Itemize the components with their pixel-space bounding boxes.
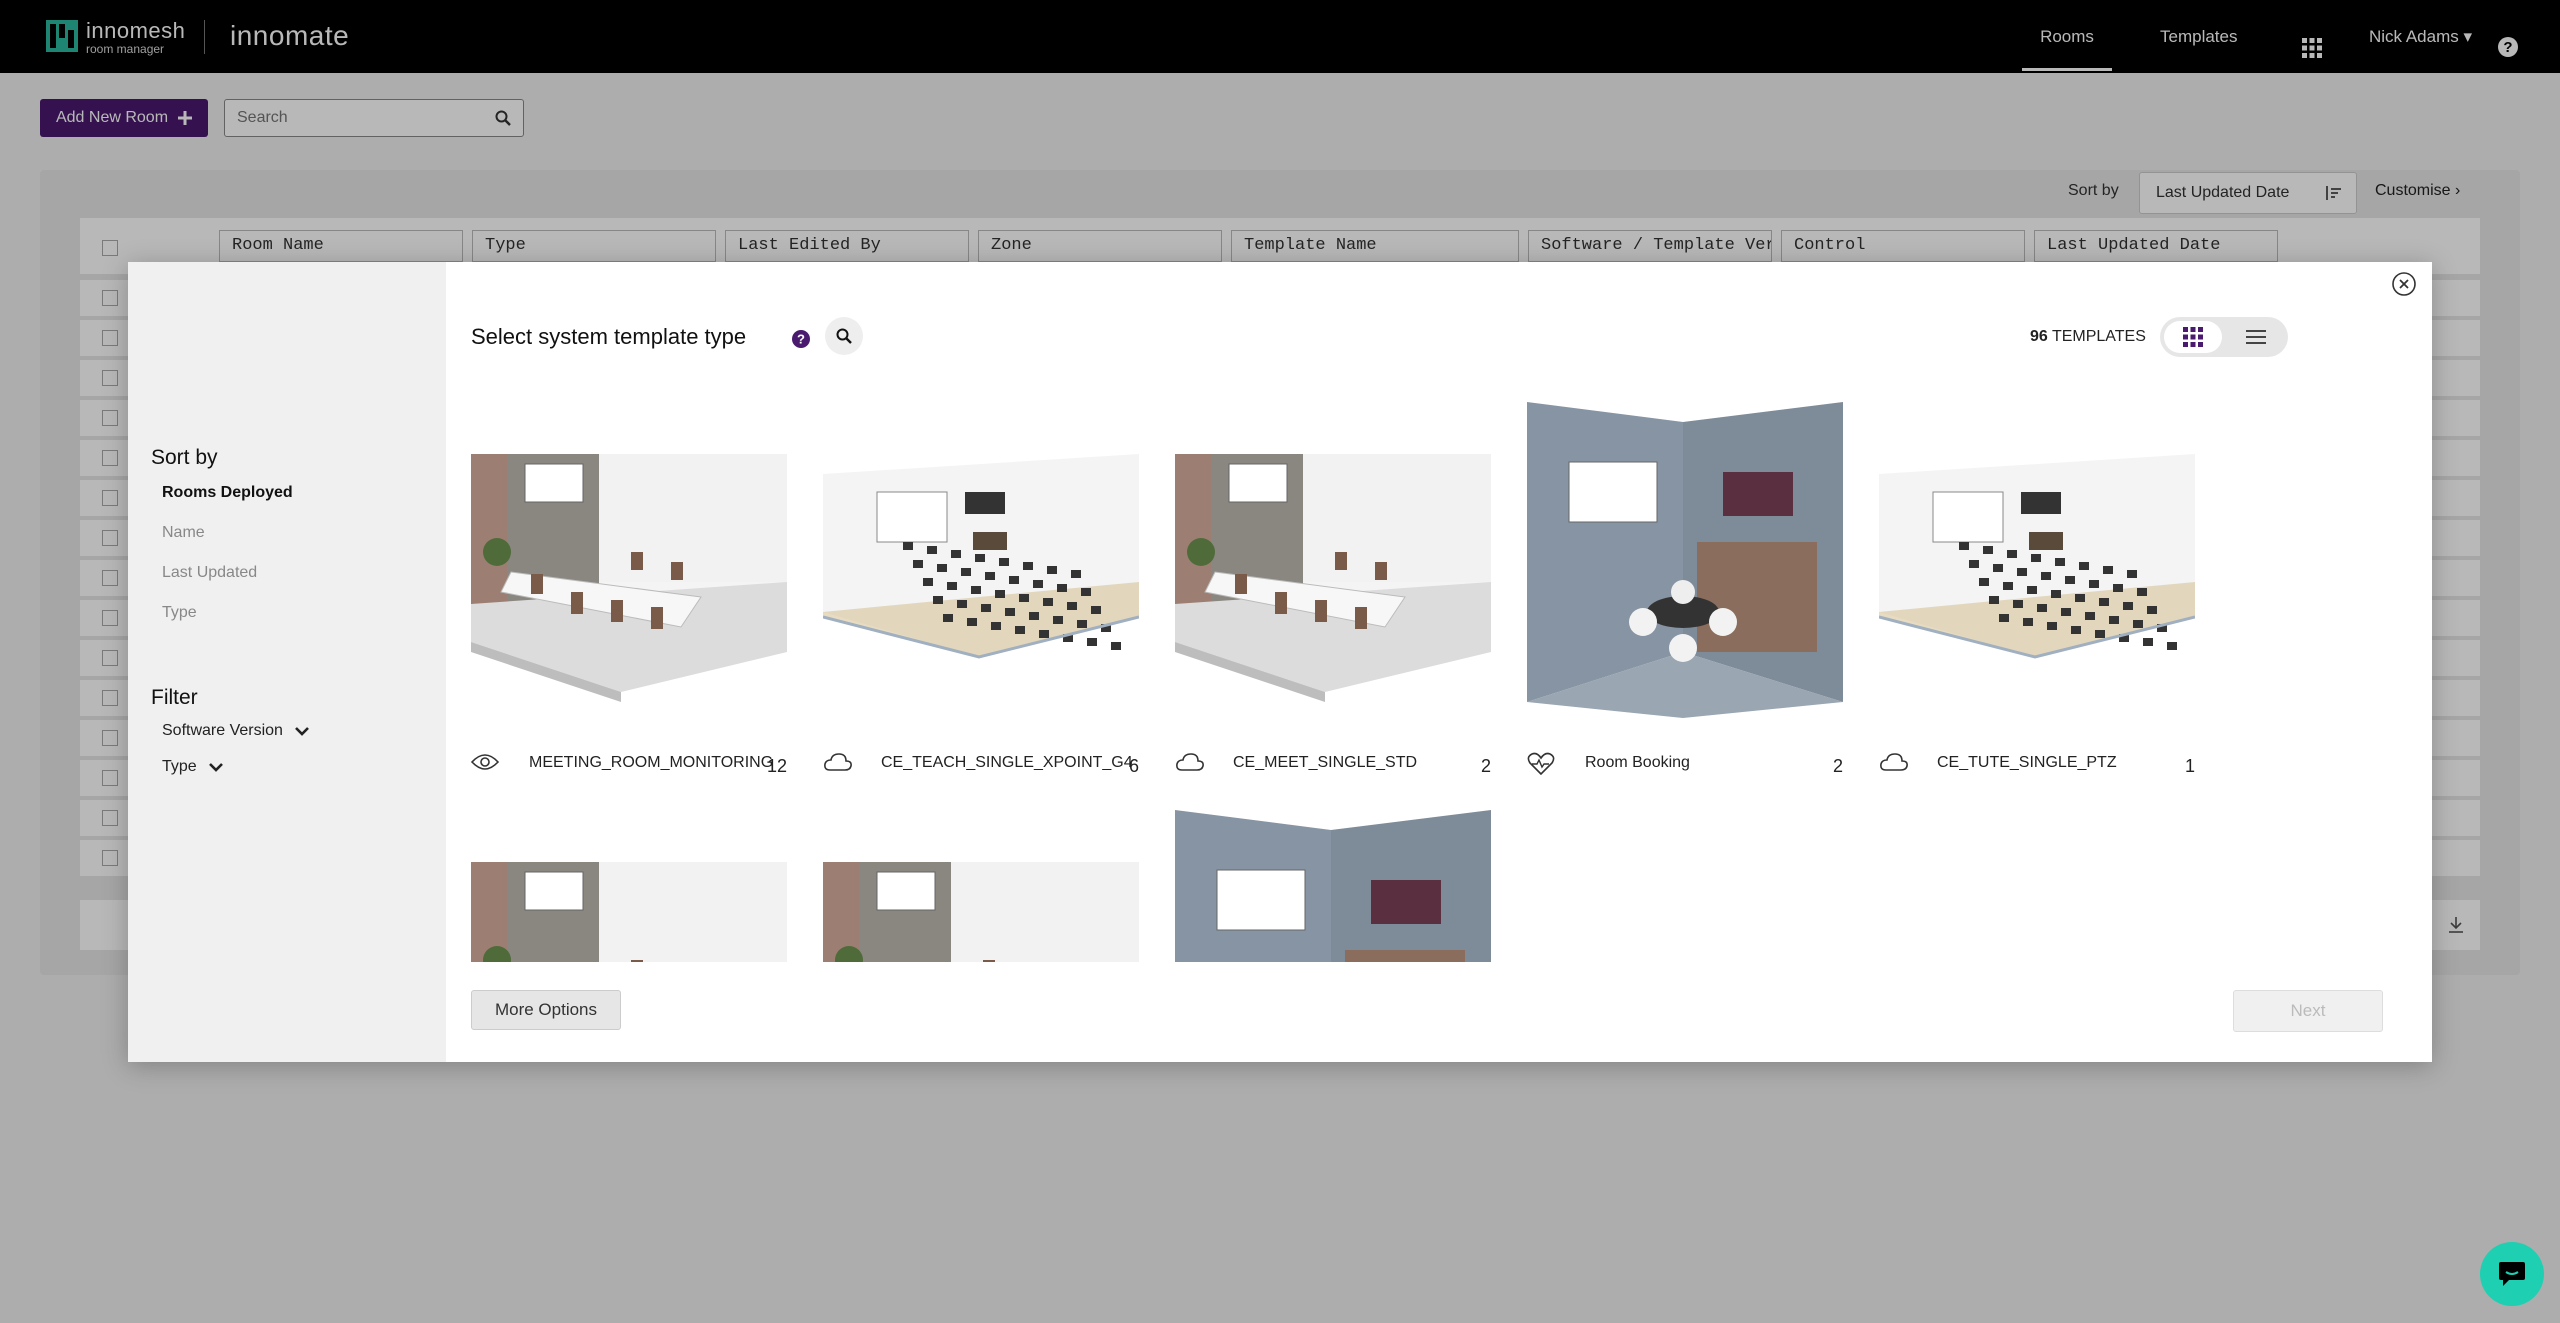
template-thumbnail[interactable] — [1527, 402, 1843, 718]
sort-option-type[interactable]: Type — [162, 604, 197, 622]
list-view-button[interactable] — [2228, 321, 2284, 353]
template-thumbnail[interactable] — [1175, 810, 1491, 962]
template-rooms-count: 2 — [1832, 756, 1843, 776]
template-meta: CE_MEET_SINGLE_STD 2 — [1175, 752, 1491, 776]
filter-software-version-label: Software Version — [162, 722, 283, 739]
template-rooms-count: 12 — [766, 756, 787, 776]
template-meta: MEETING_ROOM_MONITORING 12 — [471, 752, 787, 776]
template-rooms-count: 6 — [1128, 756, 1139, 776]
template-name: Room Booking — [1585, 754, 1690, 771]
filter-type-label: Type — [162, 758, 197, 775]
template-meta: Room Booking 2 — [1527, 752, 1843, 776]
filter-heading: Filter — [151, 686, 198, 709]
modal-title: Select system template type — [471, 324, 747, 349]
svg-text:?: ? — [797, 332, 805, 347]
heart-pulse-icon — [1527, 752, 1555, 781]
template-meta: CE_TUTE_SINGLE_PTZ 1 — [1879, 752, 2195, 776]
template-search-button[interactable] — [825, 317, 863, 355]
view-toggle — [2160, 317, 2288, 357]
cloud-icon — [1175, 752, 1205, 777]
template-count: 96 TEMPLATES — [2030, 328, 2146, 346]
template-name: CE_TEACH_SINGLE_XPOINT_G4 — [881, 754, 1133, 771]
more-options-button[interactable]: More Options — [471, 990, 621, 1030]
template-name: MEETING_ROOM_MONITORING — [529, 754, 774, 771]
sort-option-last-updated[interactable]: Last Updated — [162, 564, 257, 582]
search-icon — [836, 328, 852, 344]
list-view-icon — [2246, 330, 2266, 344]
template-grid: MEETING_ROOM_MONITORING 12 CE_TEACH_SINGLE… — [471, 402, 2381, 962]
sort-option-rooms-deployed[interactable]: Rooms Deployed — [162, 484, 293, 502]
chat-icon — [2499, 1262, 2525, 1286]
template-thumbnail[interactable] — [1878, 402, 2196, 718]
sort-option-name[interactable]: Name — [162, 524, 205, 542]
modal-backdrop[interactable]: Sort by Rooms Deployed Name Last Updated… — [0, 0, 2560, 1323]
eye-icon — [471, 752, 500, 777]
template-count-label: TEMPLATES — [2051, 328, 2146, 345]
close-icon[interactable] — [2391, 271, 2417, 297]
cloud-icon — [823, 752, 853, 777]
cloud-icon — [1879, 752, 1909, 777]
template-rooms-count: 2 — [1480, 756, 1491, 776]
grid-view-icon — [2183, 327, 2203, 347]
template-name: CE_TUTE_SINGLE_PTZ — [1937, 754, 2117, 771]
template-select-modal: Sort by Rooms Deployed Name Last Updated… — [128, 262, 2432, 1062]
template-meta: CE_TEACH_SINGLE_XPOINT_G4 6 — [823, 752, 1139, 776]
chat-support-button[interactable] — [2480, 1242, 2544, 1306]
template-thumbnail[interactable] — [471, 810, 787, 962]
template-rooms-count: 1 — [2184, 756, 2195, 776]
template-thumbnail[interactable] — [1175, 402, 1491, 718]
template-thumbnail[interactable] — [822, 402, 1140, 718]
question-icon[interactable]: ? — [791, 329, 811, 349]
chevron-down-icon — [295, 727, 309, 736]
filter-software-version[interactable]: Software Version — [162, 722, 309, 740]
template-count-number: 96 — [2030, 328, 2048, 345]
sort-heading: Sort by — [151, 446, 218, 469]
chevron-down-icon — [208, 763, 223, 772]
template-thumbnail[interactable] — [471, 402, 787, 718]
template-thumbnail[interactable] — [823, 810, 1139, 962]
modal-sidebar: Sort by Rooms Deployed Name Last Updated… — [128, 262, 446, 1062]
grid-view-button[interactable] — [2164, 321, 2222, 353]
template-name: CE_MEET_SINGLE_STD — [1233, 754, 1418, 771]
filter-type[interactable]: Type — [162, 758, 223, 776]
next-button[interactable]: Next — [2233, 990, 2383, 1032]
